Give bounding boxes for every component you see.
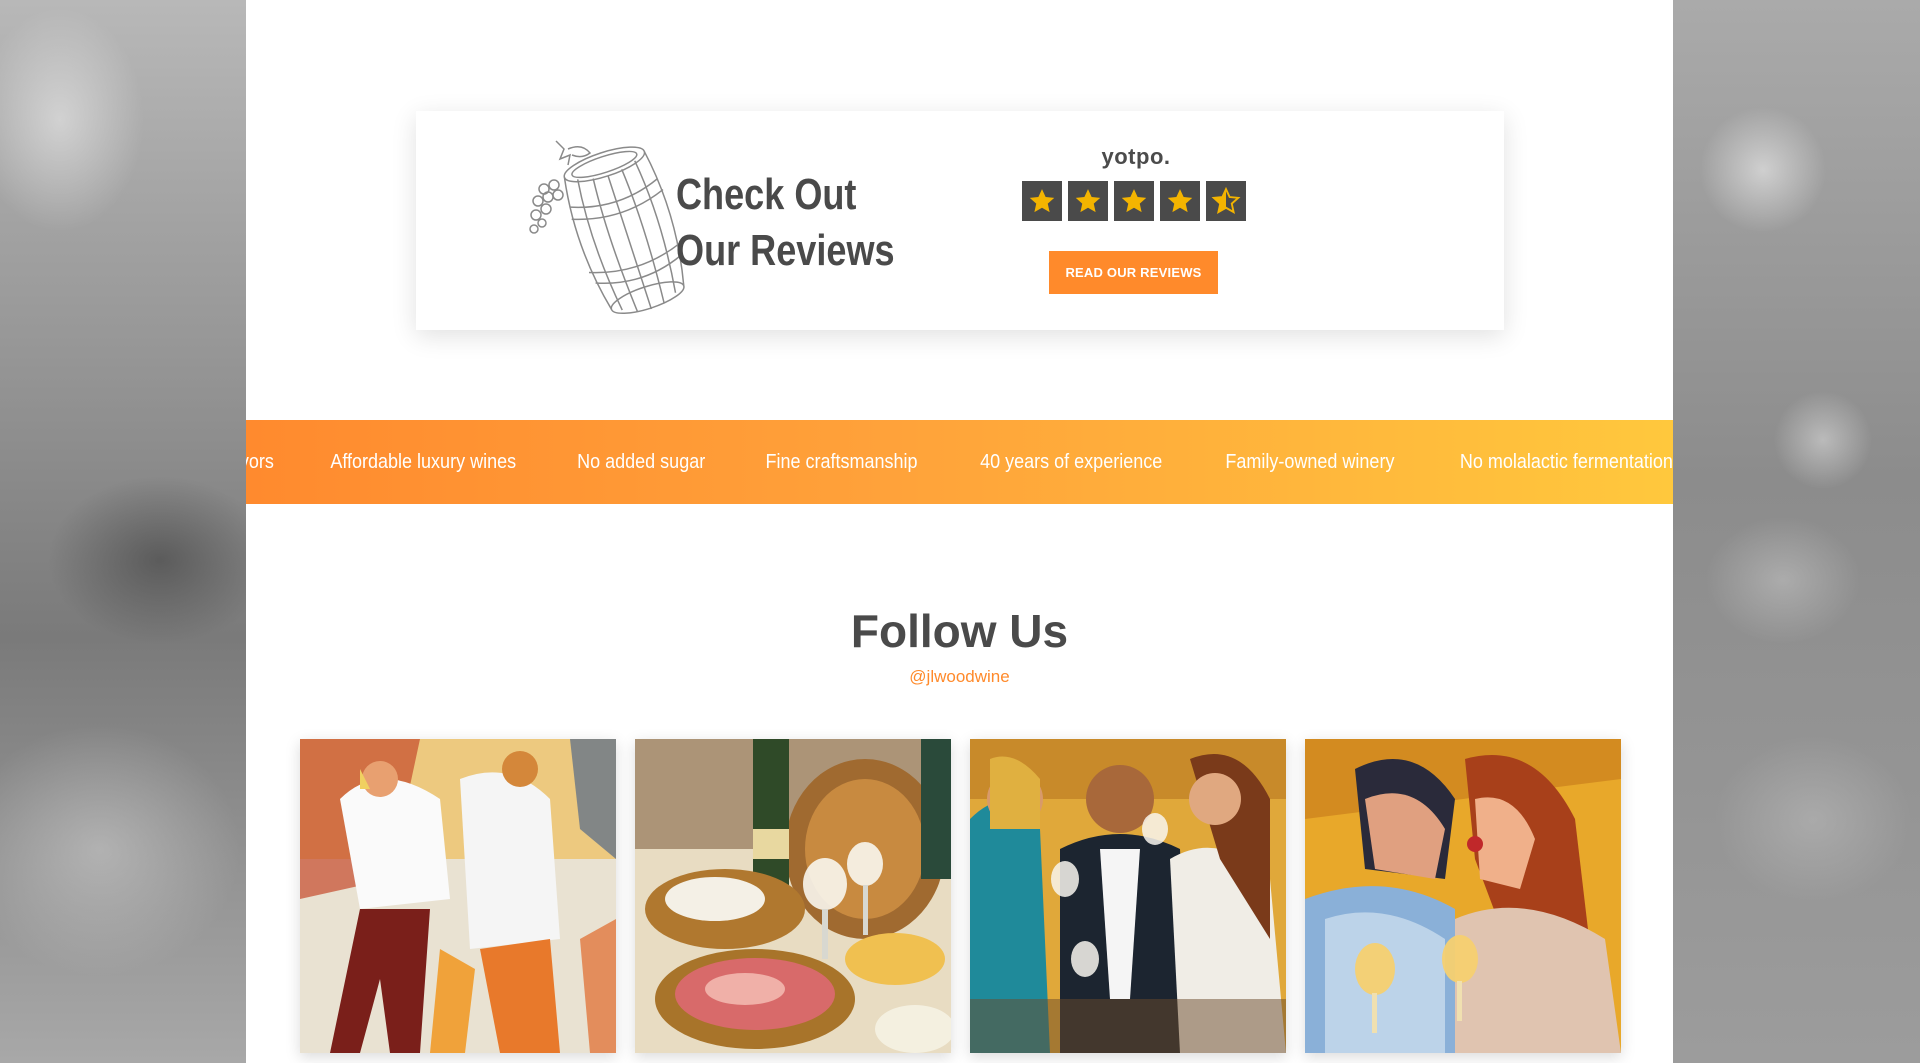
ticker-item: Fine craftsmanship [764,450,918,473]
reviews-heading-line1: Check Out [676,170,857,219]
yotpo-logo: yotpo. [1101,144,1171,169]
ticker-item: 40 years of experience [979,450,1162,473]
instagram-handle-link[interactable]: @jlwoodwine [246,667,1673,687]
reviews-card: Check Out Our Reviews yotpo. READ OUR RE… [416,111,1504,330]
background-photo-right [1673,0,1920,1063]
ticker-item: Affordable luxury wines [330,450,516,473]
star-icon [1114,181,1154,221]
ticker-item: vors [246,450,274,473]
read-reviews-button[interactable]: READ OUR REVIEWS [1049,251,1218,294]
gallery-tile-kissing-couple[interactable] [1305,739,1621,1053]
follow-us-heading: Follow Us [850,605,1069,657]
reviews-heading-line2: Our Reviews [676,226,895,275]
star-icon [1160,181,1200,221]
ticker-item: No molalactic fermentation [1459,450,1673,473]
ticker-track: vors Affordable luxury wines No added su… [246,420,1673,504]
star-icon [1068,181,1108,221]
reviews-heading: Check Out Our Reviews [676,167,895,279]
instagram-gallery [300,739,1621,1053]
page-content: Check Out Our Reviews yotpo. READ OUR RE… [246,0,1673,1063]
star-rating [1022,181,1246,221]
ticker-item: No added sugar [577,450,706,473]
gallery-tile-friends-toasting[interactable] [970,739,1286,1053]
gallery-tile-wine-charcuterie[interactable] [635,739,951,1053]
gallery-tile-dancing-couple[interactable] [300,739,616,1053]
half-star-icon [1206,181,1246,221]
star-icon [1022,181,1062,221]
background-photo-left [0,0,246,1063]
features-ticker: vors Affordable luxury wines No added su… [246,420,1673,504]
ticker-item: Family-owned winery [1225,450,1395,473]
